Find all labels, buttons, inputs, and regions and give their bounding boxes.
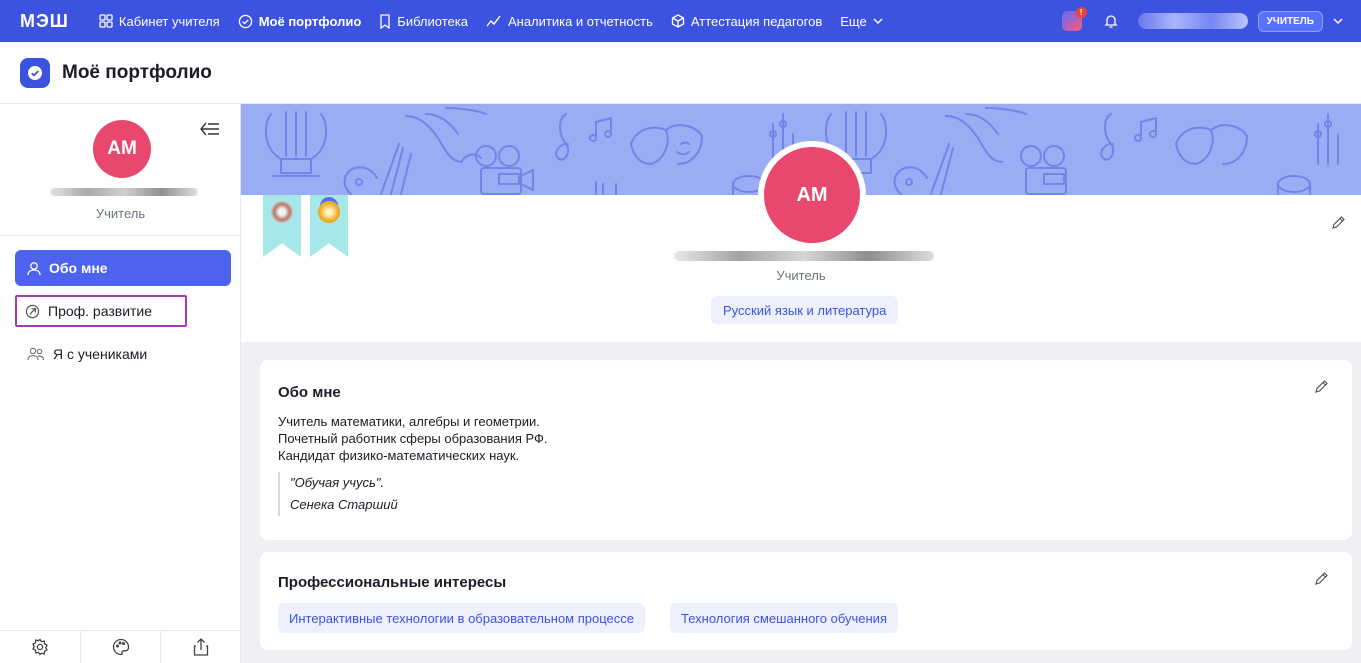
nav-attestation[interactable]: Аттестация педагогов [671,14,822,29]
user-name-blurred [674,251,934,261]
chart-line-icon [486,15,501,27]
badge-ribbon[interactable] [263,195,301,257]
music-notes-icon [555,113,617,195]
portfolio-icon [20,57,50,88]
medal-icon [318,201,340,223]
nav-label: Кабинет учителя [118,13,220,29]
theater-masks-icon [630,124,703,165]
about-line: Кандидат физико-математических наук. [278,448,520,463]
user-name-blurred [1137,13,1248,29]
growth-icon [25,304,40,318]
about-text: Учитель математики, алгебры и геометрии.… [278,413,548,464]
nav-label: Библиотека [397,13,468,29]
role-badge[interactable]: УЧИТЕЛЬ [1257,10,1323,32]
about-line: Почетный работник сферы образования РФ. [278,431,548,446]
sidebar-item-label: Проф. развитие [48,303,153,319]
grid-icon [99,14,113,28]
drum-icon [1277,175,1311,195]
person-icon [27,261,41,275]
palette-icon [343,143,412,195]
palette-icon [893,143,954,195]
quote-text: "Обучая учусь". [290,475,385,490]
nav-label: Аналитика и отчетность [507,13,653,29]
bell-icon[interactable] [1104,13,1118,29]
share-button[interactable] [161,631,241,663]
profile-header: АМ Учитель Русский язык и литература [241,104,1361,342]
nav-analytics[interactable]: Аналитика и отчетность [486,14,653,29]
user-name-blurred [50,188,198,196]
chevron-down-icon[interactable] [1333,18,1343,24]
nav-teacher-cabinet[interactable]: Кабинет учителя [99,14,220,29]
sidebar-bottom-toolbar [0,630,241,663]
top-navigation: МЭШ Кабинет учителя Моё портфолио Библио… [0,0,1361,42]
edit-pencil-icon[interactable] [1314,572,1328,586]
notification-badge: ! [1075,7,1087,18]
interests-card: Профессиональные интересы Интерактивные … [260,552,1352,650]
avatar-initials: АМ [764,147,860,243]
chevron-down-icon [873,18,883,24]
page-header: Моё портфолио [0,42,1361,104]
nav-my-portfolio[interactable]: Моё портфолио [238,13,362,29]
settings-icon [31,638,48,656]
film-camera-icon [1020,145,1067,195]
avatar[interactable]: АМ [93,120,151,178]
app-launcher-icon[interactable]: ! [1061,7,1087,31]
quote-block: "Обучая учусь". Сенека Старший [278,472,398,516]
sidebar-item-about-me[interactable]: Обо мне [15,250,231,286]
nav-right-area: ! УЧИТЕЛЬ [1061,0,1343,42]
sidebar-item-with-students[interactable]: Я с учениками [15,336,231,372]
nav-library[interactable]: Библиотека [379,14,468,29]
profile-avatar[interactable]: АМ [758,141,866,249]
share-icon [194,638,209,656]
people-icon [27,347,45,361]
lyre-icon [264,111,328,177]
interest-chip: Технология смешанного обучения [670,603,898,633]
nav-more[interactable]: Еще [840,13,883,29]
theme-button[interactable] [81,631,162,663]
sidebar-item-prof-development[interactable]: Проф. развитие [15,295,187,327]
medal-icon [271,201,293,223]
palette-icon [112,638,129,656]
divider [0,235,241,236]
profile-role: Учитель [776,268,826,283]
quote-author: Сенека Старший [290,497,398,512]
bookmark-icon [380,13,390,29]
subject-chip: Русский язык и литература [711,296,899,324]
collapse-sidebar-icon[interactable] [200,122,220,136]
ballet-shoes-icon [945,107,1027,163]
edit-pencil-icon[interactable] [1331,216,1345,230]
about-line: Учитель математики, алгебры и геометрии. [278,414,540,429]
ballet-shoes-icon [405,107,487,163]
nav-label: Моё портфолио [258,13,362,29]
theater-masks-icon [1175,124,1248,165]
badge-ribbon[interactable] [310,195,348,257]
film-camera-icon [475,145,534,195]
sidebar: АМ Учитель Обо мне Проф. развитие Я с уч… [0,104,241,663]
edit-pencil-icon[interactable] [1314,380,1328,394]
check-circle-icon [238,14,252,28]
music-notes-icon [1100,113,1157,161]
nav-label: Еще [840,13,867,29]
about-card: Обо мне Учитель математики, алгебры и ге… [260,360,1352,540]
sidebar-item-label: Обо мне [49,260,108,276]
settings-button[interactable] [0,631,81,663]
sliders-icon [1314,113,1339,165]
mesh-logo[interactable]: МЭШ [20,11,69,32]
page-title: Моё портфолио [62,61,212,83]
card-title: Обо мне [278,384,341,401]
interest-chip: Интерактивные технологии в образовательн… [278,603,645,633]
sidebar-item-label: Я с учениками [53,346,148,362]
cube-icon [671,14,685,28]
nav-label: Аттестация педагогов [690,13,823,29]
card-title: Профессиональные интересы [278,574,507,591]
user-role: Учитель [95,206,146,221]
